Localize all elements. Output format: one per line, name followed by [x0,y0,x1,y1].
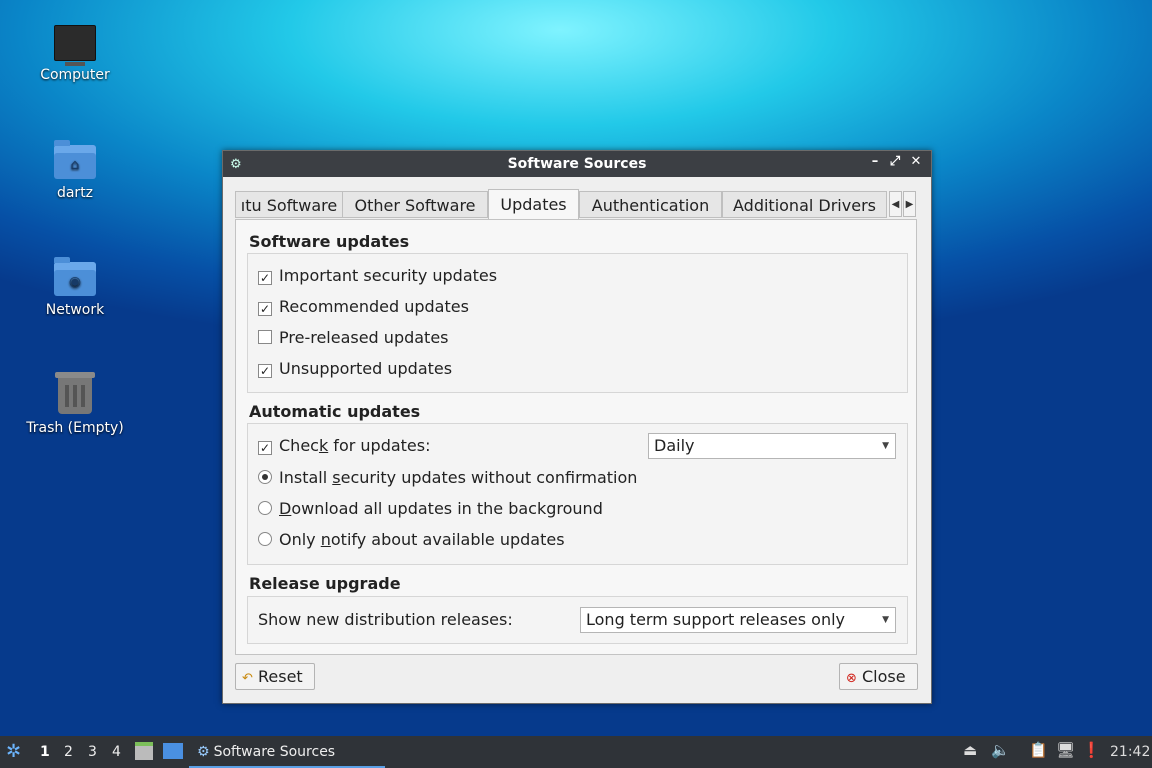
show-desktop-icon[interactable] [163,743,183,759]
volume-icon[interactable]: 🔈 [991,741,1010,759]
trash-icon [55,372,95,414]
start-menu-icon[interactable]: ✲ [6,741,21,762]
desktop-icon-label: Trash (Empty) [26,420,124,436]
close-icon[interactable]: ✕ [907,154,925,169]
undo-icon: ↶ [242,671,253,686]
pre-released-updates-checkbox[interactable] [258,330,272,344]
eject-icon[interactable]: ⏏ [963,741,977,759]
file-manager-launcher-icon[interactable] [135,742,153,760]
home-folder-icon: ⌂ [54,140,96,179]
option-label: Important security updates [279,266,498,285]
important-security-updates-checkbox[interactable]: ✓ [258,271,272,285]
option-label: Download all updates in the background [279,499,603,518]
recommended-updates-checkbox[interactable]: ✓ [258,302,272,316]
workspace-4[interactable]: 4 [112,744,121,760]
check-for-updates-label: Check for updates: [279,436,431,455]
window-titlebar[interactable]: ⚙ Software Sources – ⤢ ✕ [223,151,931,177]
updates-panel: Software updates ✓ Important security upd… [235,219,917,655]
task-label: Software Sources [213,744,336,760]
network-folder-icon: ◉ [54,257,96,296]
important-security-updates-option[interactable]: ✓ Important security updates [258,266,497,286]
clipboard-icon[interactable]: 📋 [1029,741,1048,759]
taskbar: ✲ 1 2 3 4 ⚙ Software Sources ⏏ 🔈 📋 🖥 ❗ 21… [0,736,1152,768]
tab-other-software[interactable]: Other Software [342,191,488,218]
update-notifier-icon[interactable]: ❗ [1082,741,1101,759]
option-label: Recommended updates [279,297,469,316]
install-security-updates-radio[interactable] [258,470,272,484]
tab-bar: ıtu Software Other Software Updates Auth… [235,189,917,219]
software-updates-heading: Software updates [249,232,410,251]
tab-scroll-left-icon[interactable]: ◀ [889,191,902,217]
desktop-icon-label: Computer [40,67,110,83]
notify-updates-option[interactable]: Only notify about available updates [258,530,565,550]
recommended-updates-option[interactable]: ✓ Recommended updates [258,297,469,317]
network-status-icon[interactable]: 🖥 [1056,741,1075,759]
show-releases-label: Show new distribution releases: [258,610,513,629]
dropdown-arrow-icon: ▼ [882,615,889,625]
option-label: Only notify about available updates [279,530,565,549]
software-sources-window: ⚙ Software Sources – ⤢ ✕ ıtu Software Ot… [222,150,932,704]
tab-additional-drivers[interactable]: Additional Drivers [722,191,887,218]
release-type-value: Long term support releases only [586,610,846,629]
tab-updates[interactable]: Updates [488,189,579,219]
option-label: Unsupported updates [279,359,453,378]
close-button-label: Close [862,667,906,686]
workspace-2[interactable]: 2 [64,744,73,760]
update-frequency-value: Daily [654,436,695,455]
close-circle-icon: ⊗ [846,671,857,686]
software-updates-frame: ✓ Important security updates ✓ Recommended… [247,253,908,393]
tab-ubuntu-software[interactable]: ıtu Software [235,191,343,218]
release-type-select[interactable]: Long term support releases only ▼ [580,607,896,633]
workspace-3[interactable]: 3 [88,744,97,760]
reset-button[interactable]: ↶ Reset [235,663,315,690]
dropdown-arrow-icon: ▼ [882,441,889,451]
check-for-updates-checkbox[interactable]: ✓ [258,441,272,455]
option-label: Pre-released updates [279,328,449,347]
maximize-icon[interactable]: ⤢ [886,154,904,169]
automatic-updates-heading: Automatic updates [249,402,421,421]
desktop-icon-computer[interactable]: Computer [20,25,130,83]
close-button[interactable]: ⊗ Close [839,663,918,690]
desktop-icon-network[interactable]: ◉ Network [20,257,130,318]
unsupported-updates-checkbox[interactable]: ✓ [258,364,272,378]
notify-updates-radio[interactable] [258,532,272,546]
desktop-icon-trash[interactable]: Trash (Empty) [20,372,130,436]
download-updates-radio[interactable] [258,501,272,515]
workspace-1[interactable]: 1 [40,744,50,760]
desktop-icon-label: dartz [56,185,94,201]
release-upgrade-heading: Release upgrade [249,574,401,593]
tab-scroll-right-icon[interactable]: ▶ [903,191,916,217]
update-frequency-select[interactable]: Daily ▼ [648,433,896,459]
option-label: Install security updates without confirm… [279,468,638,487]
window-title: Software Sources [507,156,647,172]
check-for-updates-option[interactable]: ✓ Check for updates: [258,436,431,456]
taskbar-task-software-sources[interactable]: ⚙ Software Sources [189,736,385,768]
clock[interactable]: 21:42 [1110,744,1150,760]
install-security-updates-option[interactable]: Install security updates without confirm… [258,468,637,488]
minimize-icon[interactable]: – [866,154,884,169]
reset-button-label: Reset [258,667,303,686]
automatic-updates-frame: ✓ Check for updates: Daily ▼ Install secur… [247,423,908,565]
desktop-icon-label: Network [45,302,105,318]
desktop-icon-home[interactable]: ⌂ dartz [20,140,130,201]
unsupported-updates-option[interactable]: ✓ Unsupported updates [258,359,452,379]
download-updates-option[interactable]: Download all updates in the background [258,499,603,519]
software-sources-task-icon: ⚙ [197,744,210,760]
tab-authentication[interactable]: Authentication [579,191,722,218]
pre-released-updates-option[interactable]: Pre-released updates [258,328,449,348]
computer-icon [54,25,96,66]
release-upgrade-frame: Show new distribution releases: Long ter… [247,596,908,644]
